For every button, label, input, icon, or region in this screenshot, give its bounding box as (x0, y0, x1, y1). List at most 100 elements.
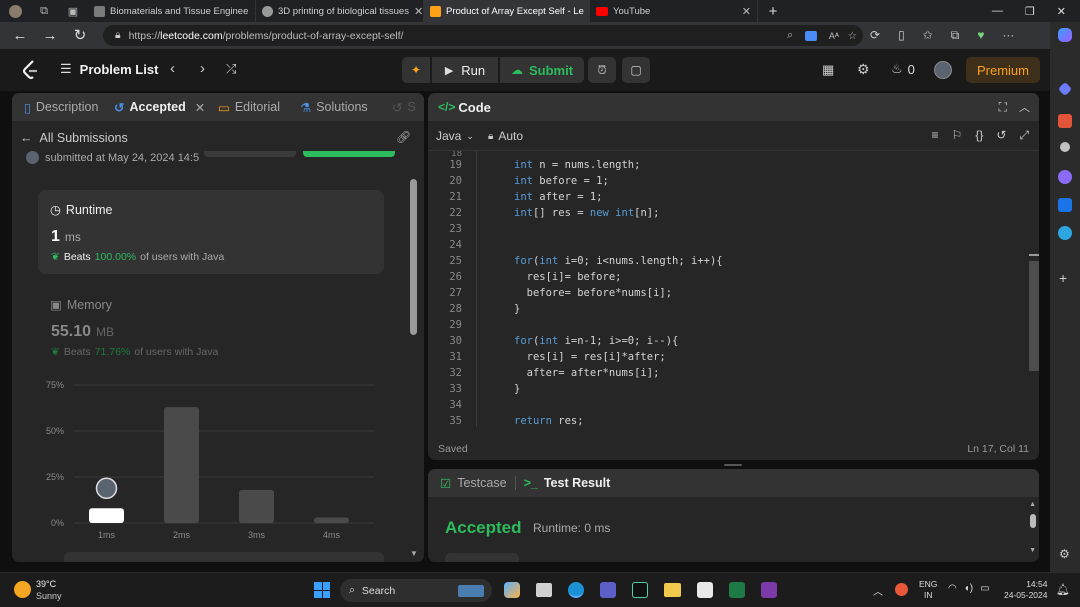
favorites-icon[interactable]: ✩ (923, 28, 933, 43)
distribution-bar[interactable] (164, 407, 199, 523)
excel-app-icon[interactable] (729, 582, 745, 598)
problem-list-link[interactable]: ☰ Problem List (60, 61, 158, 77)
editorial-button[interactable] (204, 151, 296, 157)
run-button[interactable]: ▶ Run (432, 57, 498, 83)
scroll-down-icon[interactable]: ▼ (410, 549, 418, 558)
prev-problem-icon[interactable]: ‹ (170, 60, 175, 77)
url-field[interactable]: 🔒︎ https://leetcode.com/problems/product… (103, 25, 863, 46)
show-hidden-icons[interactable]: ︿ (873, 583, 883, 598)
link-icon[interactable]: 🔗︎ (396, 130, 411, 144)
games-icon[interactable] (1060, 142, 1070, 152)
collections-icon[interactable]: ⧉ (951, 28, 960, 43)
minimize-icon[interactable]: — (992, 5, 1003, 18)
add-sidebar-app-icon[interactable]: + (1059, 270, 1067, 286)
more-menu-icon[interactable]: ··· (1002, 28, 1014, 43)
sidebar-settings-icon[interactable]: ⚙ (1059, 547, 1070, 561)
read-aloud-icon[interactable]: Aᴬ (829, 31, 839, 41)
weather-sun-icon[interactable] (14, 581, 31, 598)
language-select[interactable]: Java ⌄ (436, 129, 474, 143)
collapse-icon[interactable]: ︿ (1019, 99, 1030, 115)
tab-solutions[interactable]: ⚗ Solutions (300, 100, 392, 115)
settings-gear-icon[interactable]: ⚙ (857, 61, 870, 78)
back-icon[interactable]: ← (10, 26, 30, 46)
tab-submissions[interactable]: ↺ S (392, 100, 416, 115)
resize-handle[interactable] (724, 464, 742, 466)
runtime-card[interactable]: ◷ Runtime 1 ms ❦ Beats 100.00% of users … (38, 190, 384, 274)
bookmark-icon[interactable]: ⚐ (952, 128, 963, 143)
braces-icon[interactable]: {} (975, 128, 983, 143)
clock[interactable]: 14:54 24-05-2024 (1004, 579, 1047, 601)
refresh-icon[interactable]: ↻ (70, 26, 90, 46)
new-tab-button[interactable]: + (758, 3, 788, 20)
close-tab-icon[interactable]: ✕ (742, 5, 751, 18)
tray-app-icon[interactable] (895, 583, 908, 596)
distribution-bar[interactable] (89, 508, 124, 523)
battery-icon[interactable]: ▭ (980, 583, 989, 594)
submit-button[interactable]: ☁ Submit (500, 57, 584, 83)
tab-accepted[interactable]: ↺ Accepted ✕ (114, 100, 218, 115)
scroll-up-icon[interactable]: ▲ (1029, 501, 1036, 508)
auto-mode-toggle[interactable]: 🔒︎ Auto (488, 129, 523, 143)
layout-grid-icon[interactable]: ▦ (822, 62, 834, 78)
tab-testcase[interactable]: ☑ Testcase (440, 476, 507, 491)
search-page-icon[interactable]: ⌕ (787, 29, 793, 42)
editor-scrollbar-thumb[interactable] (1029, 261, 1039, 371)
memory-card[interactable]: ▣ Memory 55.10 MB ❦ Beats 71.76% of user… (38, 285, 384, 369)
onenote-app-icon[interactable] (761, 582, 777, 598)
notes-icon[interactable]: ▢ (622, 57, 650, 83)
user-avatar[interactable] (934, 61, 952, 79)
browser-tab-biomaterials[interactable]: Biomaterials and Tissue Enginee ✕ (88, 0, 256, 22)
copilot-icon[interactable] (1058, 28, 1072, 42)
close-tab-icon[interactable]: ✕ (414, 5, 423, 18)
microsoft-365-icon[interactable] (1058, 170, 1072, 184)
file-explorer-icon[interactable] (664, 583, 681, 597)
favorite-star-icon[interactable]: ☆ (848, 30, 857, 42)
case-tab[interactable] (445, 553, 519, 562)
tab-editorial[interactable]: ▭ Editorial (218, 100, 300, 115)
next-problem-icon[interactable]: › (200, 60, 205, 77)
tab-actions-icon[interactable]: ▣ (58, 5, 88, 18)
copilot-app-icon[interactable] (504, 582, 520, 598)
language-indicator[interactable]: ENG IN (919, 579, 937, 601)
random-problem-icon[interactable]: ⤮ (226, 61, 236, 77)
outlook-icon[interactable] (1058, 198, 1072, 212)
solution-button[interactable] (303, 151, 395, 157)
leetcode-logo-icon[interactable] (22, 60, 40, 80)
teams-app-icon[interactable] (600, 582, 616, 598)
code-editor[interactable]: 18 19 int n = nums.length; 20 int before = … (428, 151, 1039, 427)
distribution-bar[interactable] (314, 517, 349, 523)
scroll-down-icon[interactable]: ▼ (1029, 547, 1036, 554)
tools-icon[interactable] (1058, 114, 1072, 128)
reset-icon[interactable]: ↺ (996, 128, 1006, 143)
browser-tab-youtube[interactable]: YouTube ✕ (590, 0, 758, 22)
notifications-icon[interactable]: 🔔︎ (1056, 583, 1070, 596)
restore-icon[interactable]: ❐ (1025, 5, 1035, 18)
timer-icon[interactable]: ⏰︎ (588, 57, 616, 83)
pycharm-app-icon[interactable] (632, 582, 648, 598)
forward-icon[interactable]: → (40, 26, 60, 46)
store-app-icon[interactable] (697, 582, 713, 598)
taskbar-search[interactable]: ⌕ Search (340, 579, 492, 602)
all-submissions-link[interactable]: ← All Submissions (20, 131, 128, 145)
extensions-icon[interactable]: ⟳ (870, 28, 880, 43)
close-window-icon[interactable]: ✕ (1057, 5, 1066, 18)
telegram-icon[interactable] (1058, 226, 1072, 240)
windows-start-icon[interactable] (314, 582, 330, 598)
workspaces-icon[interactable]: ⧉ (30, 5, 58, 18)
browser-essentials-icon[interactable]: ♥ (977, 28, 984, 43)
maximize-icon[interactable]: ⛶ (999, 100, 1007, 115)
volume-icon[interactable]: ◖) (964, 583, 973, 594)
scrollbar-thumb[interactable] (410, 179, 417, 335)
close-tab-icon[interactable]: ✕ (195, 100, 205, 115)
profile-avatar[interactable] (0, 0, 30, 22)
format-icon[interactable]: ≡ (932, 128, 939, 143)
browser-tab-3d-printing[interactable]: 3D printing of biological tissues ✕ (256, 0, 424, 22)
split-screen-icon[interactable]: ▯ (898, 28, 905, 43)
task-view-icon[interactable] (536, 583, 552, 597)
fullscreen-icon[interactable]: ⤢ (1019, 128, 1029, 143)
edge-app-icon[interactable] (568, 582, 584, 598)
debugger-icon[interactable]: ✦ (402, 57, 430, 83)
browser-tab-leetcode[interactable]: Product of Array Except Self - Le ✕ (424, 0, 590, 22)
tab-test-result[interactable]: >_ Test Result (524, 476, 611, 490)
tab-description[interactable]: ▯ Description (12, 100, 114, 115)
